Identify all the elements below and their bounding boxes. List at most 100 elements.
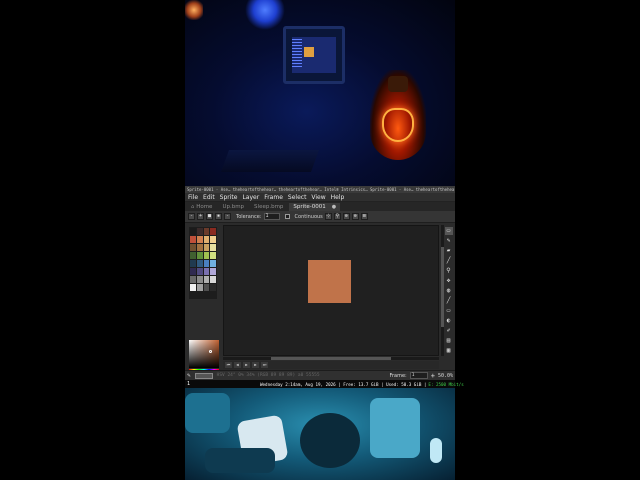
menu-layer[interactable]: Layer [242,194,259,201]
menu-sprite[interactable]: Sprite [220,194,238,201]
palette-swatch[interactable] [190,276,196,283]
desk-photo-bottom [185,388,455,480]
palette-swatch[interactable] [196,228,203,235]
eyedropper-icon[interactable]: ╱ [445,257,453,265]
color-palette[interactable] [189,227,217,299]
frame-input[interactable]: 1 [409,372,428,379]
palette-swatch[interactable] [203,284,210,291]
color-picker-field[interactable] [189,340,219,368]
palette-swatch[interactable] [210,244,216,251]
palette-swatch[interactable] [190,228,196,235]
palette-swatch[interactable] [210,252,216,259]
palette-swatch[interactable] [203,276,210,283]
picker-cursor[interactable] [209,350,212,353]
pixel-perfect-icon[interactable]: ⊹ [324,213,332,220]
last-frame-icon[interactable]: ⏭ [261,362,268,368]
menu-file[interactable]: File [188,194,198,201]
tab-home[interactable]: ⌂ Home [187,203,216,211]
palette-swatch[interactable] [210,276,216,283]
continuous-checkbox[interactable] [284,214,290,219]
workspace-indicator[interactable]: 1 [187,381,190,387]
marquee-icon[interactable]: ▭ [444,227,453,235]
palette-swatch[interactable] [210,228,216,235]
scroll-thumb[interactable] [271,357,391,360]
menu-frame[interactable]: Frame [264,194,283,201]
sample-icon[interactable]: ⚲ [333,213,341,220]
palette-swatch[interactable] [196,276,203,283]
frame-label: Frame: [389,372,407,379]
lamp-glow-left [185,0,203,20]
crosshair-icon[interactable]: ⊕ [351,213,359,220]
play-icon[interactable]: ▶ [243,362,250,368]
brush-size-minus-button[interactable]: - [224,213,231,220]
bright-object [370,398,420,458]
line-icon[interactable]: ╱ [445,297,453,305]
palette-swatch[interactable] [190,252,196,259]
palette-swatch[interactable] [196,244,203,251]
monitor [283,26,345,84]
menu-select[interactable]: Select [288,194,307,201]
palette-swatch[interactable] [190,284,196,291]
palette-swatch[interactable] [196,252,203,259]
monitor-text-lines [292,39,302,69]
palette-swatch[interactable] [196,236,203,243]
horizontal-scrollbar[interactable] [223,357,439,360]
menu-view[interactable]: View [311,194,325,201]
palette-swatch[interactable] [190,268,196,275]
bucket-icon[interactable]: ◍ [445,287,453,295]
symmetry-icon[interactable]: ⊞ [360,213,368,220]
tab-label: Up.bmp [222,203,245,210]
eraser-icon[interactable]: ▰ [445,247,453,255]
target-icon[interactable]: ⊕ [342,213,350,220]
tab-sleep-bmp[interactable]: Sleep.bmp [250,203,287,211]
palette-panel [187,225,221,373]
palette-swatch[interactable] [203,252,210,259]
palette-swatch[interactable] [203,228,210,235]
palette-swatch[interactable] [190,236,196,243]
brush-small-icon[interactable]: ▪ [215,213,222,220]
palette-swatch[interactable] [210,268,216,275]
workspace: ▭ ✎ ▰ ╱ ⚲ ✥ ◍ ╱ ▭ ◐ ✐ ▤ ▦ ⏮ ◀ ▶ ▶ ⏭ #b87… [185,225,455,392]
sprite-canvas[interactable] [308,260,351,303]
palette-swatch[interactable] [210,236,216,243]
palette-swatch[interactable] [190,244,196,251]
zoom-in-button[interactable]: + [431,372,435,380]
palette-swatch[interactable] [210,284,216,291]
palette-swatch[interactable] [203,268,210,275]
layers-icon[interactable]: ▦ [445,347,453,355]
text-icon[interactable]: ✐ [445,327,453,335]
zoom-level[interactable]: 50.0% [438,373,453,379]
palette-swatch[interactable] [203,236,210,243]
tab-sprite-0001[interactable]: Sprite-0001 ● [289,202,341,211]
tolerance-input[interactable]: 1 [263,213,280,220]
first-frame-icon[interactable]: ⏮ [225,362,232,368]
palette-swatch[interactable] [203,244,210,251]
palette-swatch[interactable] [196,260,203,267]
zoom-icon[interactable]: ⚲ [445,267,453,275]
bulb-socket [388,76,408,92]
palette-swatch[interactable] [190,260,196,267]
round-object [300,413,360,468]
blur-icon[interactable]: ◐ [445,317,453,325]
menu-bar: File Edit Sprite Layer Frame Select View… [185,193,455,202]
palette-swatch[interactable] [196,268,203,275]
menu-edit[interactable]: Edit [203,194,215,201]
rectangle-icon[interactable]: ▭ [445,307,453,315]
next-frame-icon[interactable]: ▶ [252,362,259,368]
canvas-area[interactable] [223,225,439,356]
status-bar: ✎ HSV 24° 0% 34% (RGB 89 89 89) a0 55555… [185,370,455,380]
brush-square-icon[interactable]: ■ [206,213,213,220]
palette-swatch[interactable] [210,260,216,267]
palette-swatch[interactable] [203,260,210,267]
palette-swatch[interactable] [196,284,203,291]
prev-frame-icon[interactable]: ◀ [234,362,241,368]
close-icon[interactable]: ● [332,203,336,211]
minus-icon[interactable]: - [188,213,195,220]
tab-up-bmp[interactable]: Up.bmp [218,203,248,211]
plus-icon[interactable]: + [197,213,204,220]
pencil-icon[interactable]: ✎ [445,237,453,245]
menu-help[interactable]: Help [331,194,345,201]
aseprite-window: Sprite-0001 - Ase… theheartofthehear… th… [185,186,464,392]
timeline-icon[interactable]: ▤ [445,337,453,345]
move-icon[interactable]: ✥ [445,277,453,285]
